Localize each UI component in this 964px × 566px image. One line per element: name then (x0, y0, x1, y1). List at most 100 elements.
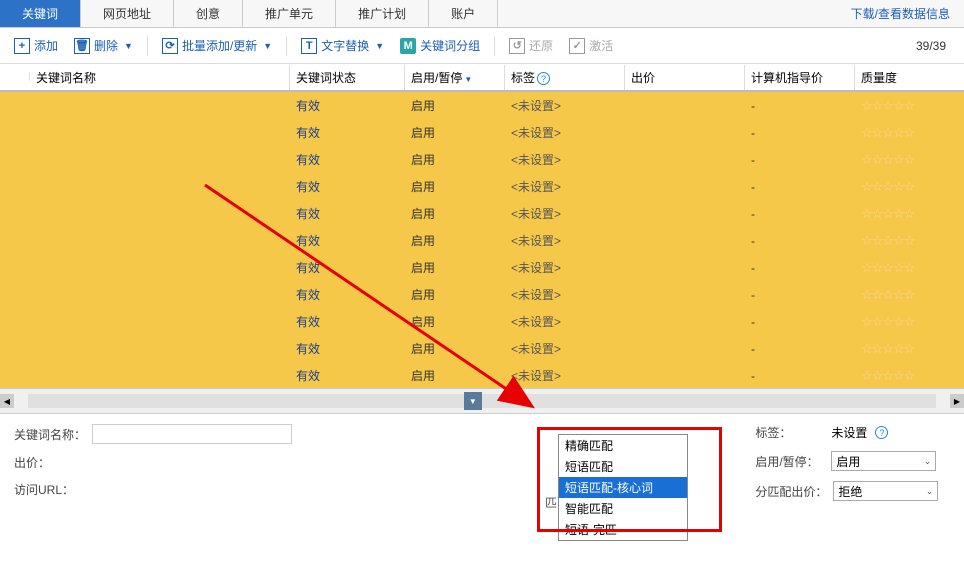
row-status: 有效 (296, 261, 320, 275)
detail-enable-select[interactable]: 启用 ⌄ (831, 451, 936, 471)
detail-tag-label: 标签： (755, 424, 825, 441)
row-calc: - (745, 284, 855, 306)
quality-stars: ☆☆☆☆☆ (861, 98, 914, 113)
row-enable: 启用 (405, 228, 505, 253)
row-tag: <未设置> (511, 180, 561, 194)
table-row[interactable]: 有效启用<未设置>-☆☆☆☆☆ (0, 173, 964, 200)
row-enable: 启用 (405, 282, 505, 307)
scroll-track[interactable]: ▼ (28, 394, 936, 408)
group-button[interactable]: M 关键词分组 (394, 34, 486, 57)
add-button[interactable]: + 添加 (8, 34, 64, 57)
tab-unit[interactable]: 推广单元 (243, 0, 336, 27)
row-tag: <未设置> (511, 261, 561, 275)
help-icon[interactable]: ? (875, 426, 888, 439)
chevron-down-icon: ⌄ (926, 486, 934, 497)
detail-splitbid-select[interactable]: 拒绝 ⌄ (833, 481, 938, 501)
row-enable: 启用 (405, 174, 505, 199)
row-enable: 启用 (405, 147, 505, 172)
help-icon[interactable]: ? (537, 72, 550, 85)
table-row[interactable]: 有效启用<未设置>-☆☆☆☆☆ (0, 308, 964, 335)
delete-label: 删除 (94, 37, 118, 54)
row-tag: <未设置> (511, 369, 561, 383)
row-status: 有效 (296, 234, 320, 248)
col-tag[interactable]: 标签? (505, 65, 625, 90)
batch-label: 批量添加/更新 (182, 37, 257, 54)
scroll-left-icon[interactable]: ◀ (0, 394, 14, 408)
detail-enable-label: 启用/暂停： (755, 453, 825, 470)
quality-stars: ☆☆☆☆☆ (861, 152, 914, 167)
activate-button[interactable]: ✓ 激活 (563, 34, 619, 57)
col-bid[interactable]: 出价 (625, 65, 745, 90)
table-row[interactable]: 有效启用<未设置>-☆☆☆☆☆ (0, 146, 964, 173)
match-option[interactable]: 精确匹配 (559, 435, 687, 456)
col-name[interactable]: 关键词名称 (30, 65, 290, 90)
quality-stars: ☆☆☆☆☆ (861, 260, 914, 275)
row-status: 有效 (296, 99, 320, 113)
chevron-down-icon: ▼ (375, 41, 384, 51)
col-status[interactable]: 关键词状态 (290, 65, 405, 90)
scroll-right-icon[interactable]: ▶ (950, 394, 964, 408)
quality-stars: ☆☆☆☆☆ (861, 179, 914, 194)
table-row[interactable]: 有效启用<未设置>-☆☆☆☆☆ (0, 227, 964, 254)
checkbox-column[interactable] (0, 73, 30, 81)
col-quality[interactable]: 质量度 (855, 65, 964, 90)
row-status: 有效 (296, 180, 320, 194)
detail-name-label: 关键词名称： (14, 426, 86, 443)
table-row[interactable]: 有效启用<未设置>-☆☆☆☆☆ (0, 281, 964, 308)
table-row[interactable]: 有效启用<未设置>-☆☆☆☆☆ (0, 92, 964, 119)
plus-icon: + (14, 38, 30, 54)
row-tag: <未设置> (511, 126, 561, 140)
match-option[interactable]: 智能匹配 (559, 498, 687, 519)
col-calc[interactable]: 计算机指导价 (745, 65, 855, 90)
table-row[interactable]: 有效启用<未设置>-☆☆☆☆☆ (0, 362, 964, 388)
quality-stars: ☆☆☆☆☆ (861, 314, 914, 329)
grid-header: 关键词名称 关键词状态 启用/暂停▼ 标签? 出价 计算机指导价 质量度 (0, 64, 964, 92)
tab-creative[interactable]: 创意 (174, 0, 243, 27)
tab-account[interactable]: 账户 (429, 0, 498, 27)
row-enable: 启用 (405, 93, 505, 118)
row-status: 有效 (296, 315, 320, 329)
match-mode-dropdown[interactable]: 精确匹配短语匹配短语匹配-核心词智能匹配短语-完匹 (558, 434, 688, 541)
match-option[interactable]: 短语匹配 (559, 456, 687, 477)
batch-button[interactable]: ⟳ 批量添加/更新 ▼ (156, 34, 278, 57)
row-calc: - (745, 230, 855, 252)
match-option[interactable]: 短语-完匹 (559, 519, 687, 540)
row-tag: <未设置> (511, 315, 561, 329)
horizontal-scrollbar[interactable]: ◀ ▼ ▶ (0, 388, 964, 414)
row-status: 有效 (296, 153, 320, 167)
toolbar: + 添加 🗑 删除 ▼ ⟳ 批量添加/更新 ▼ T 文字替换 ▼ M 关键词分组… (0, 28, 964, 64)
replace-button[interactable]: T 文字替换 ▼ (295, 34, 390, 57)
detail-bid-label: 出价： (14, 454, 84, 471)
table-row[interactable]: 有效启用<未设置>-☆☆☆☆☆ (0, 254, 964, 281)
row-status: 有效 (296, 288, 320, 302)
row-tag: <未设置> (511, 234, 561, 248)
download-info-link[interactable]: 下载/查看数据信息 (837, 0, 964, 27)
add-label: 添加 (34, 37, 58, 54)
row-status: 有效 (296, 126, 320, 140)
row-calc: - (745, 365, 855, 387)
table-row[interactable]: 有效启用<未设置>-☆☆☆☆☆ (0, 200, 964, 227)
delete-button[interactable]: 🗑 删除 ▼ (68, 34, 139, 57)
quality-stars: ☆☆☆☆☆ (861, 368, 914, 383)
table-row[interactable]: 有效启用<未设置>-☆☆☆☆☆ (0, 335, 964, 362)
detail-splitbid-value: 拒绝 (838, 483, 862, 500)
text-icon: T (301, 38, 317, 54)
activate-label: 激活 (589, 37, 613, 54)
col-enable[interactable]: 启用/暂停▼ (405, 65, 505, 90)
match-option[interactable]: 短语匹配-核心词 (559, 477, 687, 498)
detail-name-input[interactable] (92, 424, 292, 444)
restore-button[interactable]: ↺ 还原 (503, 34, 559, 57)
group-icon: M (400, 38, 416, 54)
quality-stars: ☆☆☆☆☆ (861, 341, 914, 356)
scroll-handle-icon[interactable]: ▼ (464, 392, 482, 410)
table-row[interactable]: 有效启用<未设置>-☆☆☆☆☆ (0, 119, 964, 146)
batch-icon: ⟳ (162, 38, 178, 54)
trash-icon: 🗑 (74, 38, 90, 54)
sort-caret-icon: ▼ (464, 75, 472, 84)
tab-url[interactable]: 网页地址 (81, 0, 174, 27)
detail-tag-value: 未设置 (831, 424, 867, 441)
tab-keyword[interactable]: 关键词 (0, 0, 81, 27)
row-calc: - (745, 338, 855, 360)
tab-plan[interactable]: 推广计划 (336, 0, 429, 27)
row-tag: <未设置> (511, 288, 561, 302)
